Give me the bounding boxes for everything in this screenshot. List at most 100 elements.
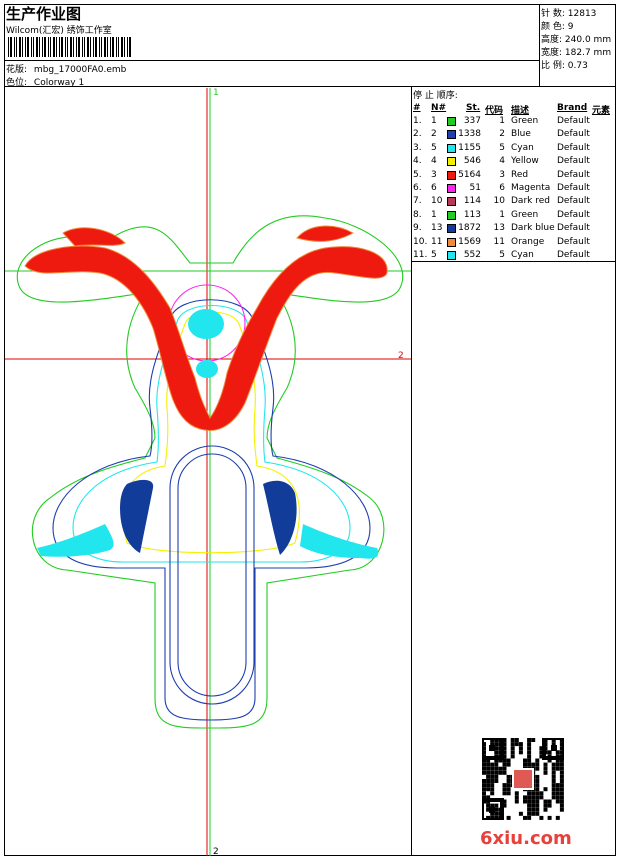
embroidery-design-preview: 1 2 2 xyxy=(5,88,411,856)
red-horn-tip-left xyxy=(62,227,126,247)
cell-code: 4 xyxy=(499,156,505,167)
panel-divider xyxy=(411,86,412,856)
table-row: 6. 6 51 6 Magenta Default xyxy=(413,182,615,195)
color-swatch xyxy=(447,170,456,180)
cell-desc: Green xyxy=(511,116,539,126)
cell-num: 3. xyxy=(413,142,422,153)
axis-label-right: 2 xyxy=(398,351,404,361)
cell-n: 1 xyxy=(431,209,437,220)
axis-label-bottom: 2 xyxy=(213,847,219,856)
table-row: 3. 5 1155 5 Cyan Default xyxy=(413,142,615,155)
barcode-icon xyxy=(8,37,131,57)
header-bottom-divider xyxy=(4,86,616,87)
cell-n: 13 xyxy=(431,223,443,234)
stat-width: 宽度: 182.7 mm xyxy=(541,48,612,58)
color-swatch xyxy=(447,210,456,220)
table-row: 2. 2 1338 2 Blue Default xyxy=(413,128,615,141)
cell-code: 13 xyxy=(493,223,505,234)
cyan-fill-group xyxy=(37,309,379,559)
color-swatch xyxy=(447,251,456,260)
color-swatch xyxy=(447,157,456,167)
design-file-line: 花版: mbg_17000FA0.emb xyxy=(6,62,126,75)
cell-n: 10 xyxy=(431,196,443,207)
cell-brand: Default xyxy=(557,209,590,220)
stat-stitches: 针 数: 12813 xyxy=(541,9,597,19)
stop-sequence-title: 停 止 顺序: xyxy=(413,91,458,101)
cell-desc: Green xyxy=(511,209,539,220)
cell-n: 4 xyxy=(431,156,437,167)
cell-num: 9. xyxy=(413,223,422,234)
design-file-name: mbg_17000FA0.emb xyxy=(33,65,127,75)
stat-scale: 比 例: 0.73 xyxy=(541,61,588,71)
stat-colors: 颜 色: 9 xyxy=(541,22,574,32)
cell-code: 5 xyxy=(499,142,505,153)
table-row: 1. 1 337 1 Green Default xyxy=(413,115,615,128)
qr-code-icon xyxy=(482,738,564,820)
cell-n: 2 xyxy=(431,129,437,140)
col-header-brand: Brand xyxy=(557,103,588,113)
studio-name: Wilcom(汇宏) 绣饰工作室 xyxy=(6,26,112,36)
table-row: 9. 13 1872 13 Dark blue Default xyxy=(413,222,615,235)
axis-label-top: 1 xyxy=(213,88,219,98)
cell-code: 2 xyxy=(499,129,505,140)
table-row: 11. 5 552 5 Cyan Default xyxy=(413,249,615,262)
cell-num: 5. xyxy=(413,169,422,180)
cell-n: 6 xyxy=(431,183,437,193)
cell-code: 3 xyxy=(499,169,505,180)
stats-divider xyxy=(539,4,540,86)
site-logo: 6xiu.com xyxy=(480,828,572,849)
table-row: 4. 4 546 4 Yellow Default xyxy=(413,155,615,168)
color-swatch xyxy=(447,197,456,207)
color-swatch xyxy=(447,143,456,153)
cyan-eye-bottom xyxy=(196,360,218,378)
cyan-outline xyxy=(72,305,351,563)
table-row: 10. 11 1569 11 Orange Default xyxy=(413,236,615,249)
cell-brand: Default xyxy=(557,129,590,140)
color-swatch xyxy=(447,130,456,140)
blue-patch-left xyxy=(120,479,154,553)
color-swatch xyxy=(447,117,456,126)
design-label: 花版: xyxy=(6,65,28,75)
sheet-title: 生产作业图 xyxy=(6,5,82,23)
cell-n: 3 xyxy=(431,169,437,180)
col-header-n: N# xyxy=(431,103,447,113)
cell-num: 2. xyxy=(413,129,422,140)
cell-num: 7. xyxy=(413,196,422,207)
cell-brand: Default xyxy=(557,183,590,193)
cell-code: 5 xyxy=(499,250,505,260)
stat-height: 高度: 240.0 mm xyxy=(541,35,612,45)
cell-num: 1. xyxy=(413,116,422,126)
pill-outline-inner xyxy=(177,453,247,697)
cell-num: 11. xyxy=(413,250,428,260)
cell-n: 5 xyxy=(431,142,437,153)
color-swatch xyxy=(447,237,456,247)
cell-brand: Default xyxy=(557,196,590,207)
cell-desc: Yellow xyxy=(511,156,539,167)
cell-desc: Cyan xyxy=(511,142,534,153)
red-horn-tip-right xyxy=(296,225,355,242)
col-header-num: # xyxy=(413,103,421,113)
cell-brand: Default xyxy=(557,223,590,234)
cell-code: 6 xyxy=(499,183,505,193)
cyan-arm-right xyxy=(300,524,379,559)
cell-brand: Default xyxy=(557,169,590,180)
cell-desc: Dark red xyxy=(511,196,550,207)
cell-code: 1 xyxy=(499,116,505,126)
cell-code: 10 xyxy=(493,196,505,207)
color-swatch xyxy=(447,224,456,234)
cell-desc: Red xyxy=(511,169,529,180)
cell-brand: Default xyxy=(557,236,590,247)
cell-num: 6. xyxy=(413,183,422,193)
cell-desc: Cyan xyxy=(511,250,534,260)
pill-outline-outer xyxy=(169,445,255,705)
cell-brand: Default xyxy=(557,116,590,126)
cell-desc: Blue xyxy=(511,129,531,140)
col-header-stitches: St. xyxy=(466,103,481,113)
table-row: 5. 3 5164 3 Red Default xyxy=(413,169,615,182)
cell-brand: Default xyxy=(557,142,590,153)
cell-brand: Default xyxy=(557,156,590,167)
color-swatch xyxy=(447,184,456,193)
cell-n: 5 xyxy=(431,250,437,260)
table-row: 8. 1 113 1 Green Default xyxy=(413,209,615,222)
production-worksheet: 生产作业图 Wilcom(汇宏) 绣饰工作室 花版: mbg_17000FA0.… xyxy=(0,0,620,860)
